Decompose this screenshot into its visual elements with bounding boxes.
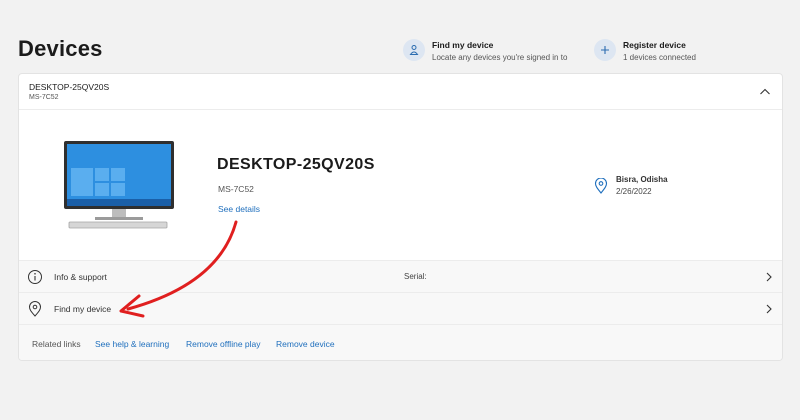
find-my-device-row[interactable]: Find my device: [19, 292, 782, 324]
related-links-bar: Related links See help & learning Remove…: [19, 324, 782, 360]
related-links-label: Related links: [32, 339, 81, 349]
chevron-right-icon: [766, 272, 772, 282]
desktop-monitor-icon: [64, 141, 174, 229]
device-header-name: DESKTOP-25QV20S: [29, 82, 110, 92]
location-pin-icon: [594, 178, 608, 194]
page-title: Devices: [18, 36, 103, 61]
serial-label: Serial:: [404, 272, 427, 281]
info-icon: [28, 270, 42, 284]
register-device-button[interactable]: Register device 1 devices connected: [594, 39, 696, 62]
find-my-device-label: Find my device: [54, 304, 112, 314]
register-device-title: Register device: [623, 40, 686, 50]
remove-device-link[interactable]: Remove device: [276, 339, 335, 349]
remove-offline-play-link[interactable]: Remove offline play: [186, 339, 261, 349]
location-date: 2/26/2022: [616, 187, 652, 196]
find-my-device-title: Find my device: [432, 40, 494, 50]
plus-icon: [594, 39, 616, 61]
register-device-subtitle: 1 devices connected: [623, 53, 696, 62]
info-support-label: Info & support: [54, 272, 107, 282]
device-card-header[interactable]: DESKTOP-25QV20S MS-7C52: [19, 74, 782, 110]
chevron-up-icon[interactable]: [758, 85, 772, 99]
find-my-device-subtitle: Locate any devices you're signed in to: [432, 53, 568, 62]
location-name: Bisra, Odisha: [616, 175, 668, 184]
device-card: DESKTOP-25QV20S MS-7C52 DESKTOP-25QV20S …: [18, 73, 783, 361]
chevron-right-icon: [766, 304, 772, 314]
location-pin-icon: [28, 301, 42, 317]
person-location-icon: [403, 39, 425, 61]
info-support-row[interactable]: Info & support Serial:: [19, 260, 782, 292]
device-header-model: MS-7C52: [29, 94, 59, 101]
device-model: MS-7C52: [218, 184, 254, 194]
device-name: DESKTOP-25QV20S: [217, 156, 375, 173]
find-my-device-header-button[interactable]: Find my device Locate any devices you're…: [403, 39, 567, 62]
help-learning-link[interactable]: See help & learning: [95, 339, 169, 349]
see-details-link[interactable]: See details: [218, 204, 260, 214]
